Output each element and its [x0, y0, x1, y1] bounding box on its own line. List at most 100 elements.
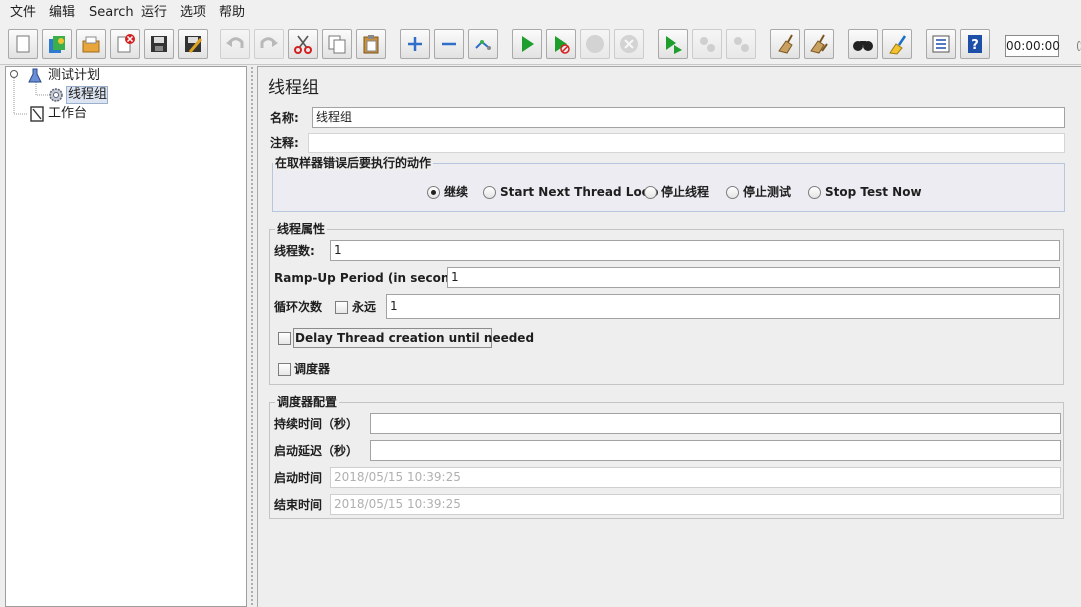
open-button[interactable]: [76, 29, 106, 59]
cut-icon: [294, 35, 312, 54]
paste-icon: [363, 35, 379, 54]
new-button[interactable]: [8, 29, 38, 59]
forever-label[interactable]: 永远: [352, 299, 376, 315]
delay-thread-label[interactable]: Delay Thread creation until needed: [295, 330, 534, 346]
tree-item-workbench[interactable]: 工作台: [48, 106, 87, 122]
scheduler-label[interactable]: 调度器: [294, 361, 330, 377]
tree-expand-toggle[interactable]: [10, 70, 18, 78]
save-as-button[interactable]: [178, 29, 208, 59]
save-icon: [151, 36, 167, 52]
clear-button[interactable]: [770, 29, 800, 59]
menu-search[interactable]: Search: [89, 5, 134, 21]
help-icon: ?: [968, 35, 982, 53]
toggle-button[interactable]: [468, 29, 498, 59]
test-plan-tree[interactable]: [5, 66, 247, 607]
toggle-icon: [475, 40, 491, 50]
close-icon: [117, 34, 135, 53]
remote-start-icon: [666, 36, 682, 54]
end-time-field[interactable]: 2018/05/15 10:39:25: [330, 494, 1061, 515]
open-icon: [82, 36, 100, 53]
start-time-field[interactable]: 2018/05/15 10:39:25: [330, 467, 1061, 488]
help-button[interactable]: ?: [960, 29, 990, 59]
duration-field[interactable]: [370, 413, 1061, 434]
menu-file[interactable]: 文件: [10, 5, 36, 21]
radio-stop-test[interactable]: [726, 186, 739, 199]
startup-delay-label: 启动延迟（秒）: [274, 444, 359, 458]
remote-shutdown-button[interactable]: [726, 29, 756, 59]
search-icon: [853, 41, 873, 51]
stop-button[interactable]: [580, 29, 610, 59]
num-threads-field[interactable]: 1: [330, 240, 1060, 261]
name-field[interactable]: 线程组: [312, 107, 1065, 128]
start-no-pauses-button[interactable]: [546, 29, 576, 59]
close-button[interactable]: [110, 29, 140, 59]
loop-count-field[interactable]: 1: [386, 294, 1060, 319]
page-title: 线程组: [268, 78, 319, 98]
thread-properties-legend: 线程属性: [275, 221, 328, 237]
templates-button[interactable]: [42, 29, 72, 59]
new-icon: [16, 35, 30, 53]
templates-icon: [49, 36, 65, 53]
rampup-field[interactable]: 1: [447, 267, 1060, 288]
clear-all-button[interactable]: [804, 29, 834, 59]
remote-start-button[interactable]: [658, 29, 688, 59]
scheduler-config-legend: 调度器配置: [275, 394, 340, 410]
paste-button[interactable]: [356, 29, 386, 59]
shutdown-button[interactable]: [614, 29, 644, 59]
copy-button[interactable]: [322, 29, 352, 59]
radio-stop-test-now[interactable]: [808, 186, 821, 199]
radio-continue-label[interactable]: 继续: [444, 184, 468, 200]
cut-button[interactable]: [288, 29, 318, 59]
tree-item-test-plan[interactable]: 测试计划: [48, 68, 100, 84]
radio-start-next-loop[interactable]: [483, 186, 496, 199]
clear-icon: [778, 34, 793, 54]
radio-stop-thread-label[interactable]: 停止线程: [661, 184, 709, 200]
start-no-pauses-icon: [555, 36, 570, 54]
elapsed-timer: 00:00:00: [1005, 35, 1060, 57]
start-time-label: 启动时间: [274, 471, 323, 485]
undo-button[interactable]: [220, 29, 250, 59]
undo-icon: [226, 37, 244, 48]
test-plan-icon: [28, 68, 42, 83]
radio-stop-test-label[interactable]: 停止测试: [743, 184, 791, 200]
rampup-label: Ramp-Up Period (in seconds):: [274, 271, 476, 285]
toolbar: ?: [0, 25, 1081, 65]
name-label: 名称:: [270, 111, 299, 125]
menu-options[interactable]: 选项: [180, 5, 206, 21]
remote-stop-button[interactable]: [692, 29, 722, 59]
comment-label: 注释:: [270, 136, 299, 150]
menu-edit[interactable]: 编辑: [49, 5, 75, 21]
num-threads-label: 线程数:: [274, 244, 315, 258]
startup-delay-field[interactable]: [370, 440, 1061, 461]
radio-continue[interactable]: [427, 186, 440, 199]
expand-icon: [408, 37, 422, 51]
expand-all-button[interactable]: [400, 29, 430, 59]
end-time-label: 结束时间: [274, 498, 323, 512]
loop-count-label: 循环次数: [274, 300, 323, 314]
function-helper-icon: [932, 35, 950, 53]
shutdown-icon: [620, 35, 638, 53]
forever-checkbox[interactable]: [335, 301, 348, 314]
tree-item-thread-group[interactable]: 线程组: [68, 87, 107, 103]
radio-stop-test-now-label[interactable]: Stop Test Now: [825, 184, 922, 200]
function-helper-button[interactable]: [926, 29, 956, 59]
reset-search-button[interactable]: [882, 29, 912, 59]
redo-button[interactable]: [254, 29, 284, 59]
start-button[interactable]: [512, 29, 542, 59]
save-button[interactable]: [144, 29, 174, 59]
radio-start-next-loop-label[interactable]: Start Next Thread Loop: [500, 184, 659, 200]
search-button[interactable]: [848, 29, 878, 59]
collapse-all-button[interactable]: [434, 29, 464, 59]
copy-icon: [328, 35, 346, 54]
delay-thread-checkbox[interactable]: [278, 332, 291, 345]
menu-run[interactable]: 运行: [141, 5, 167, 21]
remote-stop-icon: [700, 37, 715, 52]
split-pane-divider[interactable]: [250, 66, 254, 607]
scheduler-checkbox[interactable]: [278, 363, 291, 376]
menu-bar: 文件 编辑 Search 运行 选项 帮助: [0, 0, 1081, 25]
menu-help[interactable]: 帮助: [219, 5, 245, 21]
comment-field[interactable]: [308, 133, 1065, 153]
clear-all-icon: [810, 34, 828, 54]
stop-icon: [586, 35, 604, 53]
radio-stop-thread[interactable]: [644, 186, 657, 199]
